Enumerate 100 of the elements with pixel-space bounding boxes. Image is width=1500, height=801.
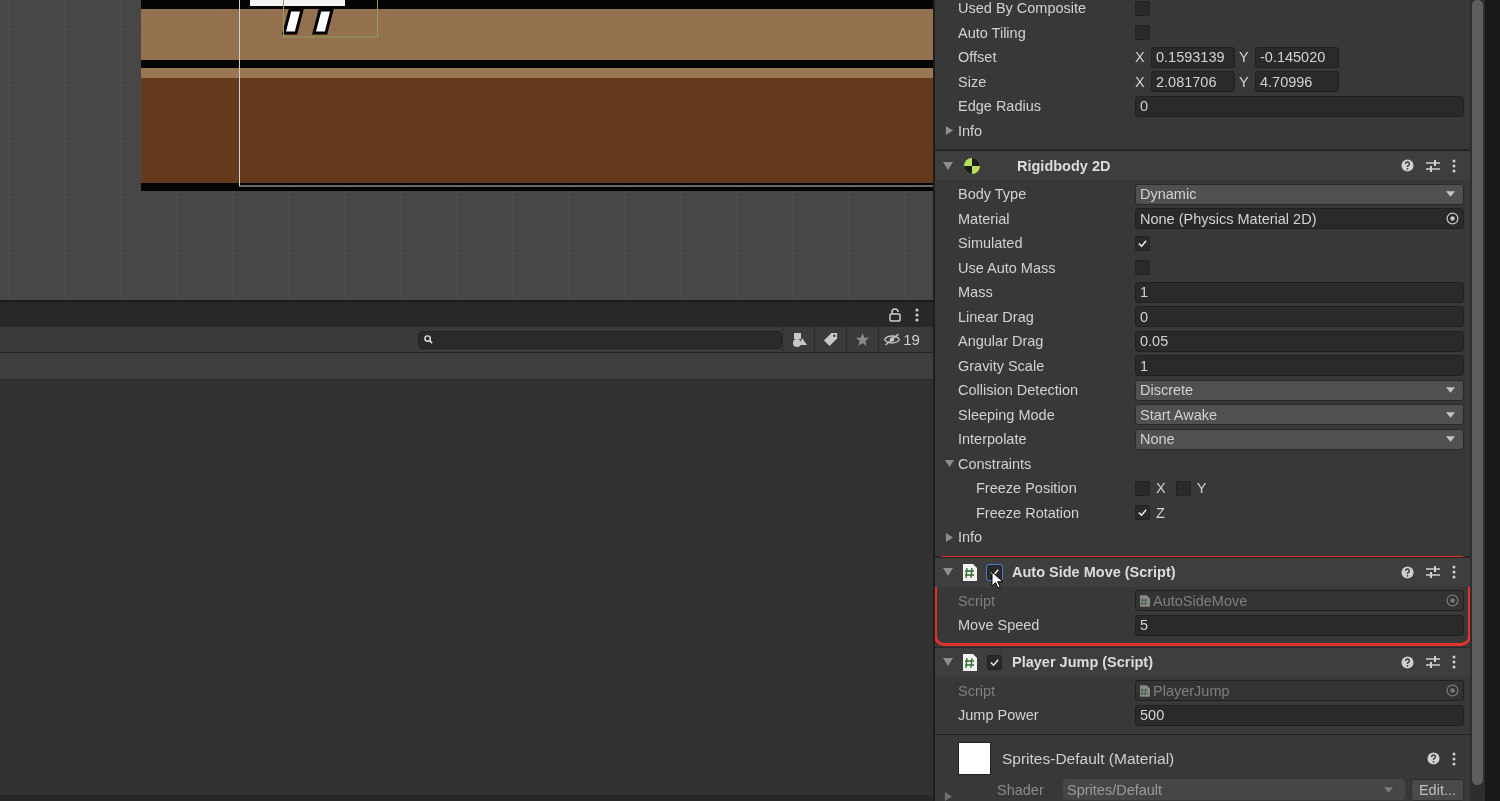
enable-checkbox[interactable]: [987, 654, 1002, 670]
component-title: Auto Side Move (Script): [1012, 564, 1176, 580]
field-label: Linear Drag: [957, 308, 1035, 325]
axis-label: Y: [1239, 73, 1250, 90]
search-field[interactable]: [418, 330, 782, 349]
dropdown[interactable]: Discrete: [1135, 379, 1464, 401]
foldout-label[interactable]: Constraints: [958, 455, 1032, 472]
shader-label: Shader: [997, 781, 1045, 798]
help-icon[interactable]: [1401, 655, 1414, 669]
foldout-label[interactable]: Info: [958, 529, 983, 546]
field-label: Script: [957, 682, 997, 699]
foldout-arrow-icon[interactable]: [945, 532, 954, 542]
script-icon: [1140, 594, 1150, 607]
checkbox[interactable]: [1135, 235, 1150, 251]
foldout-arrow-icon[interactable]: [945, 126, 954, 136]
dropdown[interactable]: None: [1135, 428, 1464, 450]
field-label: Simulated: [957, 235, 1024, 252]
foldout-arrow-icon[interactable]: [945, 459, 954, 469]
component-title: Player Jump (Script): [1012, 654, 1153, 670]
shapes-icon: [790, 331, 807, 348]
field-label: Script: [957, 592, 997, 609]
dropdown[interactable]: Start Awake: [1135, 404, 1464, 426]
check-icon: [1137, 237, 1148, 249]
number-field[interactable]: 0: [1135, 95, 1464, 117]
star-icon: [855, 332, 870, 347]
field-label: Body Type: [957, 186, 1028, 203]
field-label: Collision Detection: [957, 382, 1080, 399]
number-field[interactable]: 0.1593139: [1151, 46, 1235, 68]
field-label: Gravity Scale: [957, 357, 1046, 374]
script-icon: [963, 653, 977, 671]
material-preview: [958, 742, 991, 775]
eye-slash-icon: [883, 333, 902, 346]
lock-icon[interactable]: [889, 307, 901, 322]
script-icon: [1140, 684, 1150, 697]
caret-icon: [1446, 191, 1455, 198]
help-icon[interactable]: [1401, 565, 1414, 579]
axis-label: X: [1156, 480, 1166, 497]
kebab-icon[interactable]: [915, 307, 919, 322]
checkbox[interactable]: [1135, 505, 1150, 521]
axis-label: Y: [1196, 480, 1207, 497]
number-field[interactable]: 5: [1135, 614, 1464, 636]
component-title: Rigidbody 2D: [1017, 157, 1111, 174]
target-icon[interactable]: [1446, 212, 1459, 226]
preset-icon[interactable]: [1426, 158, 1440, 173]
collapse-arrow-icon[interactable]: [943, 160, 953, 171]
axis-label: X: [1135, 49, 1146, 66]
dropdown-value: Dynamic: [1140, 186, 1197, 203]
caret-icon: [1446, 436, 1455, 443]
kebab-icon[interactable]: [1452, 565, 1456, 579]
check-icon: [1137, 507, 1148, 519]
kebab-icon[interactable]: [1452, 158, 1456, 173]
collapse-arrow-icon[interactable]: [943, 657, 953, 667]
number-field[interactable]: 1: [1135, 355, 1464, 377]
number-field[interactable]: 2.081706: [1151, 71, 1235, 93]
field-label: Size: [957, 73, 988, 90]
scrollbar-thumb[interactable]: [1472, 0, 1483, 785]
object-value: PlayerJump: [1153, 682, 1231, 699]
help-icon[interactable]: [1427, 752, 1440, 765]
preset-icon[interactable]: [1426, 565, 1440, 579]
field-label: Angular Drag: [957, 333, 1045, 350]
number-field[interactable]: 0.05: [1135, 330, 1464, 352]
object-field[interactable]: None (Physics Material 2D): [1135, 208, 1464, 230]
check-icon: [989, 656, 1000, 668]
field-label: Freeze Rotation: [975, 504, 1081, 521]
kebab-icon[interactable]: [1452, 751, 1456, 766]
dropdown[interactable]: Dynamic: [1135, 183, 1464, 205]
foldout-label[interactable]: Info: [958, 122, 983, 139]
rigidbody-icon: [963, 156, 981, 175]
search-icon: [424, 335, 433, 344]
field-label: Material: [957, 210, 1011, 227]
axis-label: X: [1135, 73, 1146, 90]
dropdown-value: Sprites/Default: [1067, 781, 1163, 798]
caret-icon: [1446, 387, 1455, 394]
number-field[interactable]: 4.70996: [1255, 71, 1339, 93]
axis-label: Y: [1239, 49, 1250, 66]
script-icon: [963, 563, 977, 581]
field-label: Edge Radius: [957, 98, 1043, 115]
caret-icon: [1383, 786, 1393, 793]
number-field[interactable]: -0.145020: [1255, 46, 1339, 68]
field-label: Auto Tiling: [957, 24, 1027, 41]
tag-icon: [823, 332, 838, 347]
preset-icon[interactable]: [1426, 655, 1440, 669]
field-label: Mass: [957, 284, 994, 301]
caret-icon: [1446, 411, 1455, 418]
field-label: Interpolate: [957, 431, 1028, 448]
field-label: Freeze Position: [975, 480, 1078, 497]
help-icon[interactable]: [1401, 159, 1414, 172]
kebab-icon[interactable]: [1452, 655, 1456, 669]
field-label: Move Speed: [957, 617, 1041, 634]
collapse-arrow-icon[interactable]: [943, 567, 953, 577]
number-field[interactable]: 0: [1135, 306, 1464, 328]
number-field[interactable]: 1: [1135, 281, 1464, 303]
object-value: AutoSideMove: [1153, 592, 1249, 609]
dropdown-value: Start Awake: [1140, 406, 1218, 423]
edit-button[interactable]: Edit...: [1410, 778, 1464, 801]
dropdown-value: Discrete: [1140, 382, 1194, 399]
field-label: Jump Power: [957, 707, 1040, 724]
field-label: Offset: [957, 49, 998, 66]
mouse-cursor-icon: [991, 570, 1003, 589]
number-field[interactable]: 500: [1135, 704, 1464, 726]
